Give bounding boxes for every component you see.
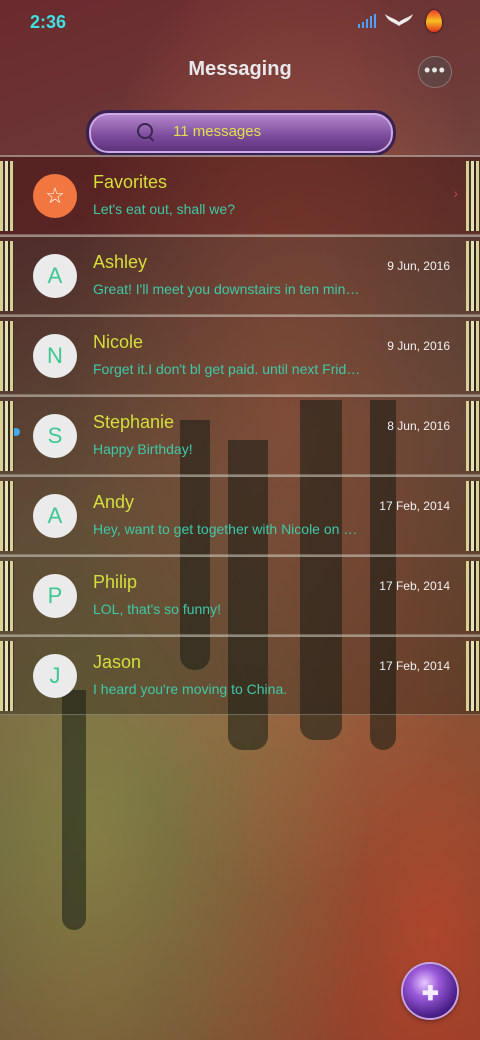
avatar: S [33, 414, 77, 458]
row-decoration [0, 161, 14, 231]
avatar: P [33, 574, 77, 618]
conversation-row[interactable]: N Nicole 9 Jun, 2016 Forget it.I don't b… [0, 315, 480, 395]
row-decoration [466, 481, 480, 551]
contact-name: Jason [93, 652, 142, 672]
background-drip [62, 690, 86, 930]
message-preview: Great! I'll meet you downstairs in ten m… [93, 281, 360, 297]
message-preview: LOL, that's so funny! [93, 601, 221, 617]
conversation-list: ☆ Favorites Let's eat out, shall we? › A… [0, 155, 480, 715]
page-title: Messaging [188, 58, 292, 80]
contact-name: Andy [93, 492, 135, 512]
row-decoration [466, 561, 480, 631]
search-icon [137, 123, 153, 139]
row-decoration [466, 641, 480, 711]
search-placeholder: 11 messages [173, 123, 262, 140]
search-bar[interactable]: 11 messages [86, 110, 396, 156]
conversation-row[interactable]: A Ashley 9 Jun, 2016 Great! I'll meet yo… [0, 235, 480, 315]
chevron-right-icon: › [453, 185, 458, 201]
conversation-row[interactable]: P Philip 17 Feb, 2014 LOL, that's so fun… [0, 555, 480, 635]
status-bar: 2:36 [0, 0, 480, 44]
contact-name: Ashley [93, 252, 148, 272]
avatar: A [33, 254, 77, 298]
row-decoration [0, 481, 14, 551]
conversation-row[interactable]: S Stephanie 8 Jun, 2016 Happy Birthday! [0, 395, 480, 475]
contact-name: Nicole [93, 332, 144, 352]
row-decoration [0, 321, 14, 391]
signal-icon [358, 14, 376, 28]
row-decoration [0, 641, 14, 711]
message-preview: Let's eat out, shall we? [93, 201, 235, 217]
compose-icon: ✚ [422, 983, 439, 1005]
message-date: 17 Feb, 2014 [379, 579, 450, 593]
message-date: 8 Jun, 2016 [387, 419, 450, 433]
row-decoration [466, 321, 480, 391]
more-options-button[interactable]: ••• [418, 56, 452, 88]
row-decoration [0, 561, 14, 631]
easter-egg-icon [426, 10, 442, 32]
row-decoration [466, 241, 480, 311]
wings-icon [385, 14, 413, 26]
message-date: 17 Feb, 2014 [379, 659, 450, 673]
message-date: 17 Feb, 2014 [379, 499, 450, 513]
contact-name: Stephanie [93, 412, 175, 432]
message-preview: Happy Birthday! [93, 441, 193, 457]
compose-button[interactable]: ✚ [403, 964, 457, 1018]
row-decoration [0, 241, 14, 311]
message-preview: Forget it.I don't bl get paid. until nex… [93, 361, 361, 377]
avatar: N [33, 334, 77, 378]
conversation-row[interactable]: J Jason 17 Feb, 2014 I heard you're movi… [0, 635, 480, 715]
status-time: 2:36 [30, 12, 67, 32]
message-date: 9 Jun, 2016 [387, 259, 450, 273]
contact-name: Favorites [93, 172, 168, 192]
conversation-row[interactable]: A Andy 17 Feb, 2014 Hey, want to get tog… [0, 475, 480, 555]
row-decoration [466, 161, 480, 231]
message-preview: I heard you're moving to China. [93, 681, 288, 697]
message-date: 9 Jun, 2016 [387, 339, 450, 353]
conversation-favorites[interactable]: ☆ Favorites Let's eat out, shall we? › [0, 155, 480, 235]
contact-name: Philip [93, 572, 138, 592]
favorites-star-icon: ☆ [33, 174, 77, 218]
row-decoration [466, 401, 480, 471]
row-decoration [0, 401, 14, 471]
avatar: A [33, 494, 77, 538]
avatar: J [33, 654, 77, 698]
message-preview: Hey, want to get together with Nicole on… [93, 521, 358, 537]
